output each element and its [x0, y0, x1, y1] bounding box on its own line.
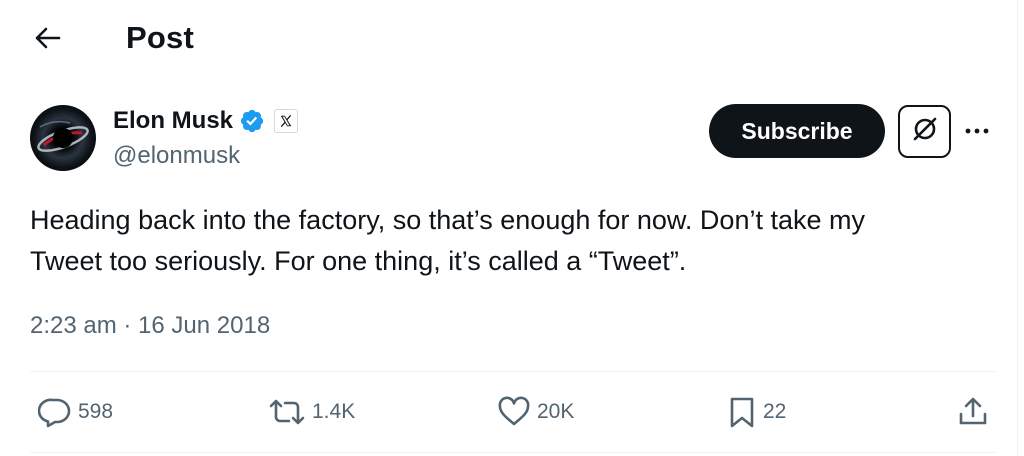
tweet-text: Heading back into the factory, so that’s… — [30, 205, 865, 276]
verified-badge-icon — [239, 108, 265, 134]
post-header: Post — [0, 0, 1000, 78]
divider — [30, 371, 996, 372]
heart-icon — [497, 396, 531, 428]
bookmark-icon — [727, 395, 757, 429]
column-border — [1017, 0, 1018, 456]
author-name-line: Elon Musk — [113, 104, 299, 138]
back-button[interactable] — [30, 22, 66, 58]
divider — [30, 452, 996, 453]
arrow-left-icon — [35, 27, 61, 54]
repost-count: 1.4K — [312, 400, 356, 423]
avatar[interactable] — [30, 105, 96, 171]
reply-icon — [38, 396, 72, 428]
author-display-name[interactable]: Elon Musk — [113, 104, 233, 138]
repost-icon — [268, 396, 306, 428]
tweet-timestamp[interactable]: 2:23 am · 16 Jun 2018 — [30, 310, 270, 342]
like-button[interactable]: 20K — [497, 394, 574, 430]
share-button[interactable] — [956, 394, 990, 430]
like-count: 20K — [537, 400, 575, 423]
grok-button[interactable] — [898, 105, 951, 158]
reply-count: 598 — [78, 400, 114, 423]
author-handle[interactable]: @elonmusk — [113, 140, 240, 172]
grok-icon — [911, 115, 939, 148]
bookmark-count: 22 — [763, 400, 787, 423]
subscribe-button[interactable]: Subscribe — [709, 104, 885, 158]
page-title: Post — [126, 20, 194, 55]
x-logo-icon[interactable] — [274, 109, 299, 133]
more-options-button[interactable] — [962, 118, 992, 144]
reply-button[interactable]: 598 — [38, 394, 113, 430]
share-icon — [956, 395, 990, 429]
bookmark-button[interactable]: 22 — [727, 394, 786, 430]
repost-button[interactable]: 1.4K — [268, 394, 355, 430]
more-horizontal-icon — [964, 122, 990, 140]
